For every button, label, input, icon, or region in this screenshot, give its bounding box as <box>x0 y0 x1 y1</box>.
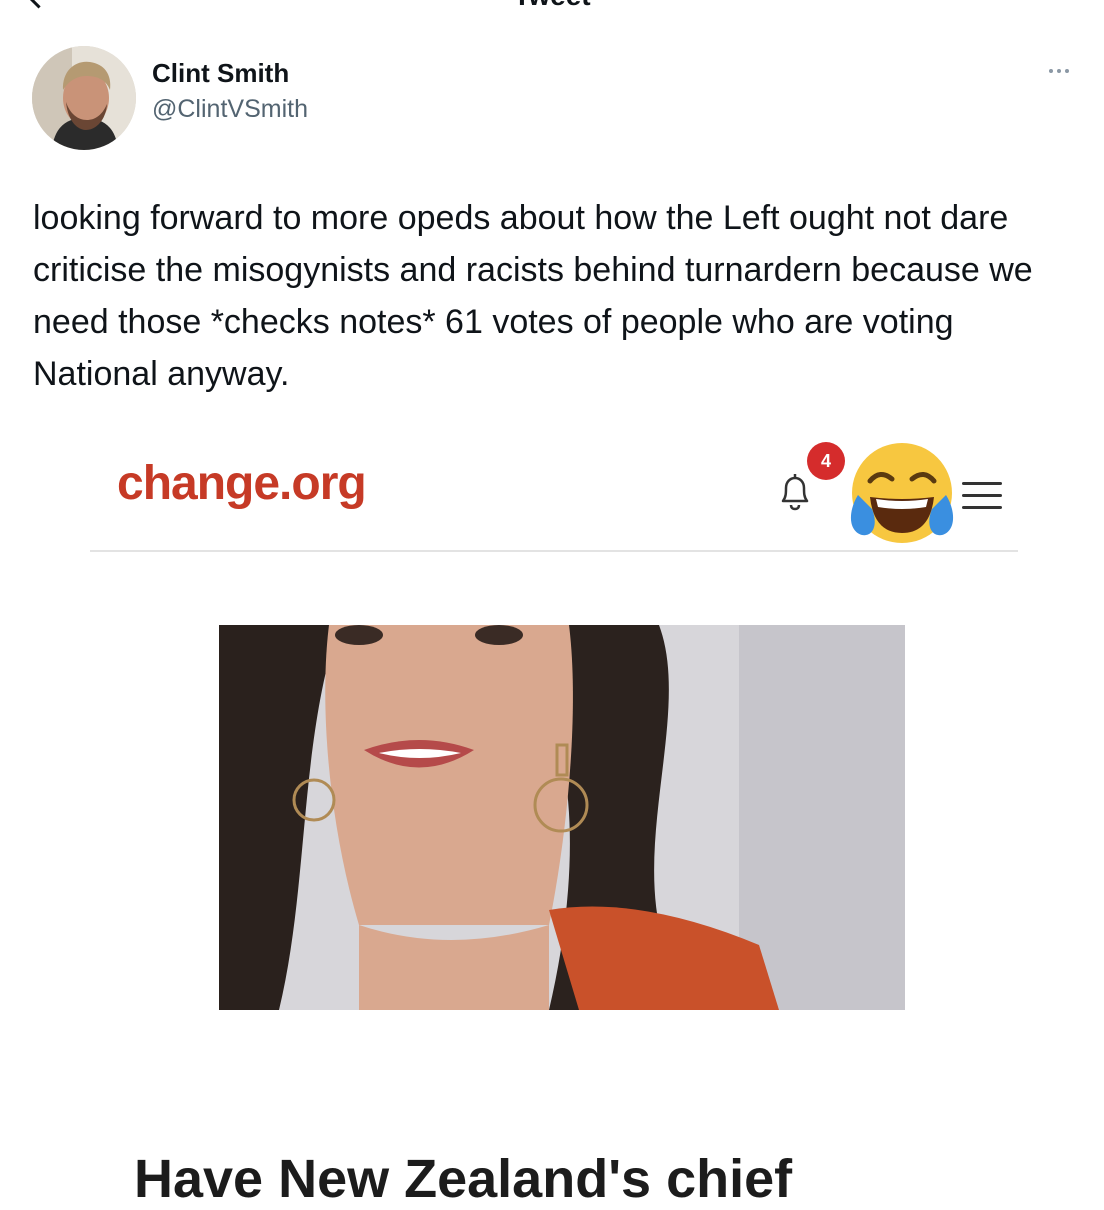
author-name[interactable]: Clint Smith <box>152 58 289 89</box>
notification-badge: 4 <box>807 442 845 480</box>
embedded-screenshot[interactable]: change.org 4 Have New Zealand's chief <box>0 420 1104 1209</box>
bell-icon <box>781 474 809 511</box>
author-handle[interactable]: @ClintVSmith <box>152 95 308 124</box>
tweet-text: looking forward to more opeds about how … <box>33 199 1033 393</box>
top-bar: Tweet <box>0 0 1104 11</box>
more-dots-icon[interactable] <box>1042 62 1076 80</box>
petition-title: Have New Zealand's chief <box>134 1149 793 1209</box>
top-bar-title: Tweet <box>0 0 1104 12</box>
change-org-logo: change.org <box>117 457 367 510</box>
hamburger-menu-icon[interactable] <box>962 482 1002 510</box>
divider <box>90 550 1018 552</box>
portrait-photo <box>219 625 905 1010</box>
avatar[interactable] <box>32 46 136 150</box>
tears-of-joy-emoji-icon <box>850 443 954 543</box>
